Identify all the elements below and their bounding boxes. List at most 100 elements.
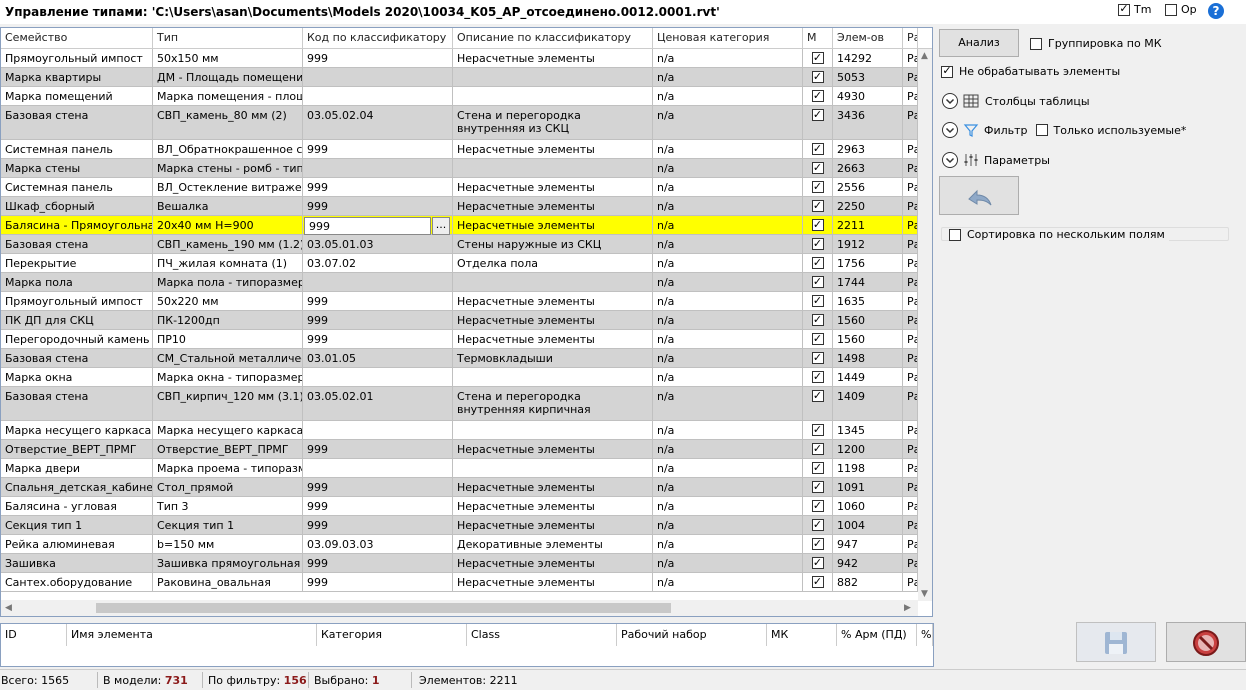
- cell-family[interactable]: Сантех.оборудование: [1, 573, 153, 592]
- cell-type[interactable]: ПЧ_жилая комната (1): [153, 254, 303, 273]
- cell-desc[interactable]: Декоративные элементы фасадов: [453, 535, 653, 554]
- code-edit-input[interactable]: 999: [304, 217, 431, 235]
- group-mk-option[interactable]: Группировка по МК: [1030, 37, 1162, 50]
- cell-count[interactable]: 1912: [833, 235, 903, 254]
- cell-code[interactable]: [303, 87, 453, 106]
- cell-price[interactable]: n/a: [653, 49, 803, 68]
- multi-sort-option[interactable]: Сортировка по нескольким полям: [949, 228, 1169, 241]
- cell-extra[interactable]: Ра: [903, 197, 918, 216]
- cell-count[interactable]: 1004: [833, 516, 903, 535]
- table-row[interactable]: Сантех.оборудование Раковина_овальная 999 Н…: [1, 573, 918, 592]
- cell-price[interactable]: n/a: [653, 459, 803, 478]
- only-used-checkbox[interactable]: [1035, 124, 1048, 136]
- cell-count[interactable]: 14292: [833, 49, 903, 68]
- cell-code[interactable]: [303, 459, 453, 478]
- table-row[interactable]: Марка квартирыДМ - Площадь помещения n/a 5…: [1, 68, 918, 87]
- cell-family[interactable]: Прямоугольный импост: [1, 292, 153, 311]
- cell-count[interactable]: 1635: [833, 292, 903, 311]
- cell-extra[interactable]: Ра: [903, 49, 918, 68]
- cell-family[interactable]: Спальня_детская_кабинет: [1, 478, 153, 497]
- cell-family[interactable]: Марка несущего каркаса: [1, 421, 153, 440]
- cell-price[interactable]: n/a: [653, 387, 803, 421]
- table-row[interactable]: Марка полаМарка пола - типоразмер n/a 1744…: [1, 273, 918, 292]
- table-row[interactable]: Марка стеныМарка стены - ромб - типс n/a 2…: [1, 159, 918, 178]
- row-model-checkbox[interactable]: [811, 443, 824, 455]
- elements-column-header[interactable]: Имя элемента: [67, 624, 317, 646]
- table-row[interactable]: Прямоугольный импост 50x150 мм 999 Нерасчет…: [1, 49, 918, 68]
- row-model-checkbox[interactable]: [811, 238, 824, 250]
- cell-price[interactable]: n/a: [653, 106, 803, 140]
- cell-type[interactable]: Вешалка: [153, 197, 303, 216]
- elements-column-header[interactable]: МК: [767, 624, 837, 646]
- cell-desc[interactable]: Нерасчетные элементы: [453, 440, 653, 459]
- cell-code[interactable]: 03.05.01.03: [303, 235, 453, 254]
- elements-column-header[interactable]: Рабочий набор: [617, 624, 767, 646]
- cell-type[interactable]: Секция тип 1: [153, 516, 303, 535]
- cell-desc[interactable]: Стена и перегородка внутренняя кирпичная: [453, 387, 653, 421]
- cell-desc[interactable]: [453, 273, 653, 292]
- cell-price[interactable]: n/a: [653, 216, 803, 235]
- multi-sort-checkbox[interactable]: [949, 228, 961, 241]
- cell-extra[interactable]: Ра: [903, 440, 918, 459]
- cell-code[interactable]: 999: [303, 330, 453, 349]
- table-row[interactable]: Марка окнаМарка окна - типоразмер n/a 1449…: [1, 368, 918, 387]
- table-row[interactable]: Базовая стена СВП_камень_190 мм (1.2) 03.0…: [1, 235, 918, 254]
- cell-family[interactable]: Системная панель: [1, 140, 153, 159]
- row-model-checkbox[interactable]: [811, 257, 824, 269]
- cell-count[interactable]: 1560: [833, 311, 903, 330]
- cell-code[interactable]: 999: [303, 292, 453, 311]
- help-icon[interactable]: ?: [1208, 3, 1224, 19]
- table-row[interactable]: Базовая стена СВП_камень_80 мм (2) 03.05.0…: [1, 106, 918, 140]
- column-header[interactable]: Описание по классификатору: [453, 28, 653, 48]
- cell-family[interactable]: Секция тип 1: [1, 516, 153, 535]
- cell-extra[interactable]: Ра: [903, 349, 918, 368]
- table-row[interactable]: Прямоугольный импост 50x220 мм 999 Нерасчет…: [1, 292, 918, 311]
- model-cell[interactable]: [803, 440, 833, 459]
- cell-extra[interactable]: Ра: [903, 87, 918, 106]
- cancel-button[interactable]: [1166, 622, 1246, 662]
- cell-code[interactable]: 03.05.02.04: [303, 106, 453, 140]
- cell-desc[interactable]: Нерасчетные элементы: [453, 330, 653, 349]
- cell-extra[interactable]: Ра: [903, 573, 918, 592]
- cell-count[interactable]: 1060: [833, 497, 903, 516]
- scroll-right-icon[interactable]: ▶: [904, 603, 911, 613]
- cell-extra[interactable]: Ра: [903, 292, 918, 311]
- model-cell[interactable]: [803, 140, 833, 159]
- table-row[interactable]: Марка несущего каркаса Марка несущего кар…: [1, 421, 918, 440]
- cell-count[interactable]: 1091: [833, 478, 903, 497]
- cell-type[interactable]: Зашивка прямоугольная: [153, 554, 303, 573]
- cell-desc[interactable]: [453, 459, 653, 478]
- cell-desc[interactable]: Нерасчетные элементы: [453, 140, 653, 159]
- cell-price[interactable]: n/a: [653, 573, 803, 592]
- cell-desc[interactable]: Нерасчетные элементы: [453, 292, 653, 311]
- row-model-checkbox[interactable]: [811, 500, 824, 512]
- table-row[interactable]: Базовая стена СМ_Стальной металлическ 03.0…: [1, 349, 918, 368]
- cell-type[interactable]: Тип 3: [153, 497, 303, 516]
- cell-type[interactable]: СВП_камень_80 мм (2): [153, 106, 303, 140]
- cell-extra[interactable]: Ра: [903, 497, 918, 516]
- cell-code[interactable]: [303, 159, 453, 178]
- row-model-checkbox[interactable]: [811, 352, 824, 364]
- row-model-checkbox[interactable]: [811, 333, 824, 345]
- cell-extra[interactable]: Ра: [903, 535, 918, 554]
- params-expander[interactable]: Параметры: [941, 151, 1050, 169]
- cell-extra[interactable]: Ра: [903, 330, 918, 349]
- row-model-checkbox[interactable]: [811, 314, 824, 326]
- cell-extra[interactable]: Ра: [903, 159, 918, 178]
- model-cell[interactable]: [803, 478, 833, 497]
- row-model-checkbox[interactable]: [811, 481, 824, 493]
- cell-price[interactable]: n/a: [653, 140, 803, 159]
- model-cell[interactable]: [803, 497, 833, 516]
- horizontal-scrollbar[interactable]: ◀ ▶: [1, 600, 918, 616]
- cell-type[interactable]: СМ_Стальной металлическ: [153, 349, 303, 368]
- cell-family[interactable]: Перегородочный камень г: [1, 330, 153, 349]
- cell-family[interactable]: Марка двери: [1, 459, 153, 478]
- analyze-button[interactable]: Анализ: [939, 29, 1019, 57]
- cell-type[interactable]: ПР10: [153, 330, 303, 349]
- column-header[interactable]: Ра: [903, 28, 918, 48]
- cell-type[interactable]: b=150 мм: [153, 535, 303, 554]
- cell-type[interactable]: Марка помещения - площ: [153, 87, 303, 106]
- model-cell[interactable]: [803, 330, 833, 349]
- cell-code[interactable]: 03.05.02.01: [303, 387, 453, 421]
- model-cell[interactable]: [803, 311, 833, 330]
